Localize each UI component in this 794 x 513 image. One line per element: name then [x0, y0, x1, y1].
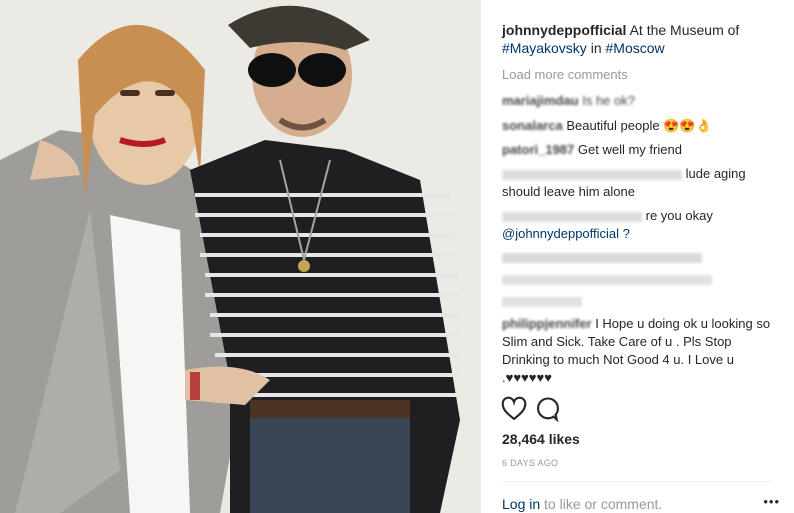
photo-illustration: [0, 0, 480, 513]
comment-4: lude aging should leave him alone: [502, 165, 772, 201]
comment-2-text: Beautiful people 😍😍👌: [566, 118, 712, 133]
comment-3-user[interactable]: patori_1987: [502, 142, 574, 157]
login-link[interactable]: Log in: [502, 496, 540, 512]
caption-text: At the Museum of: [629, 22, 740, 38]
post-timestamp: 6 DAYS AGO: [502, 458, 559, 468]
comment-hidden-2: [502, 272, 772, 290]
post-panel: johnnydeppofficial At the Museum of #May…: [480, 0, 794, 513]
login-rest: to like or comment.: [544, 496, 663, 512]
comment-4-obscured: [502, 169, 682, 180]
comment-5-text: re you okay: [645, 208, 713, 223]
hidden-comment-bar: [502, 275, 712, 285]
comment-6: philippjennifer I Hope u doing ok u look…: [502, 315, 772, 387]
comment-1-user[interactable]: mariajimdau: [502, 93, 579, 108]
comment-3: patori_1987 Get well my friend: [502, 141, 772, 159]
comment-4-partial: lude aging: [685, 166, 746, 181]
divider: [502, 481, 773, 482]
action-bar: [500, 395, 775, 425]
comment-1-text: Is he ok?: [582, 93, 635, 108]
comment-6-user[interactable]: philippjennifer: [502, 316, 592, 331]
comment-5-obscured: [502, 211, 642, 222]
post-photo[interactable]: [0, 0, 480, 513]
comment-hidden-3: [502, 294, 772, 312]
comment-2-user[interactable]: sonalarca: [502, 118, 563, 133]
comment-3-text: Get well my friend: [577, 142, 682, 157]
login-prompt: Log in to like or comment.: [502, 496, 662, 512]
heart-icon[interactable]: [500, 395, 528, 423]
hashtag-mayakovsky[interactable]: #Mayakovsky: [502, 40, 587, 56]
comment-icon[interactable]: [534, 395, 562, 423]
caption-in: in: [590, 40, 602, 56]
comment-5-mention[interactable]: @johnnydeppofficial ?: [502, 226, 630, 241]
load-more-comments[interactable]: Load more comments: [502, 67, 628, 82]
hidden-comment-bar: [502, 297, 582, 307]
post-caption: johnnydeppofficial At the Museum of #May…: [502, 21, 772, 57]
comment-2: sonalarca Beautiful people 😍😍👌: [502, 117, 772, 135]
comment-1: mariajimdau Is he ok?: [502, 92, 772, 110]
caption-username[interactable]: johnnydeppofficial: [502, 22, 626, 38]
comment-4-text: should leave him alone: [502, 184, 635, 199]
hidden-comment-bar: [502, 253, 702, 263]
more-options-icon[interactable]: •••: [763, 494, 780, 509]
hashtag-moscow[interactable]: #Moscow: [606, 40, 665, 56]
comment-hidden-1: [502, 250, 772, 268]
comment-5: re you okay @johnnydeppofficial ?: [502, 207, 772, 243]
likes-count[interactable]: 28,464 likes: [502, 431, 580, 447]
